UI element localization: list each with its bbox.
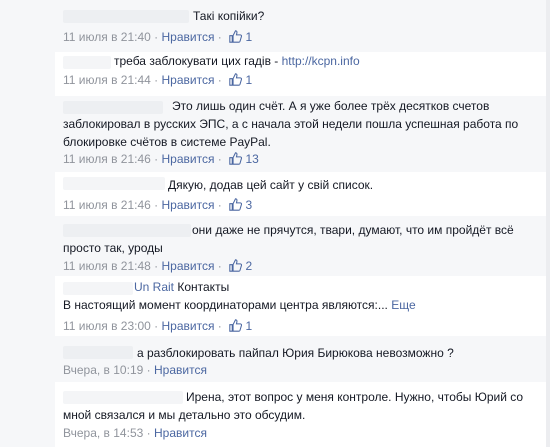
comment-timestamp[interactable]: 11 июля в 21:48 <box>63 259 151 273</box>
comment-timestamp[interactable]: 11 июля в 21:46 <box>63 198 151 212</box>
like-count[interactable]: 2 <box>245 259 252 273</box>
thumbs-up-icon[interactable] <box>229 30 243 43</box>
comment: они даже не прячутся, твари, думают, что… <box>55 216 546 276</box>
author-name-redacted <box>63 177 165 190</box>
comment-timestamp[interactable]: 11 июля в 21:40 <box>63 30 151 44</box>
author-name-redacted <box>63 10 189 23</box>
like-button[interactable]: Нравится <box>154 363 207 377</box>
comment-meta: 11 июля в 21:44 · Нравится · 1 <box>63 73 253 87</box>
comment-meta: 11 июля в 21:46 · Нравится · 3 <box>63 198 253 212</box>
comment-text: треба заблокувати цих гадів - http://kcp… <box>114 54 360 68</box>
author-name-redacted <box>63 56 111 69</box>
comment: а разблокировать пайпал Юрия Бирюкова не… <box>55 336 546 382</box>
comment: Un Rait Контакты В настоящий момент коор… <box>55 276 546 336</box>
comment: треба заблокувати цих гадів - http://kcp… <box>55 52 546 96</box>
like-button[interactable]: Нравится <box>154 426 207 440</box>
like-button[interactable]: Нравится <box>162 152 215 166</box>
comment-list: Такі копійки? 11 июля в 21:40 · Нравится… <box>55 0 546 447</box>
comment: Дякую, додав цей сайт у свій список. 11 … <box>55 172 546 216</box>
like-button[interactable]: Нравится <box>162 198 215 212</box>
comment-link[interactable]: http://kcpn.info <box>282 54 360 68</box>
like-count[interactable]: 13 <box>245 152 258 166</box>
author-suffix: Контакты <box>177 280 230 294</box>
comment-timestamp[interactable]: 11 июля в 23:00 <box>63 319 151 333</box>
comment-timestamp[interactable]: Вчера, в 10:19 <box>63 363 143 377</box>
like-count[interactable]: 3 <box>245 198 252 212</box>
see-more-link[interactable]: Еще <box>391 298 415 312</box>
author-name-redacted <box>63 346 133 359</box>
thumbs-up-icon[interactable] <box>229 198 243 211</box>
like-button[interactable]: Нравится <box>162 73 215 87</box>
like-count[interactable]: 1 <box>245 30 252 44</box>
comment-timestamp[interactable]: 11 июля в 21:46 <box>63 152 151 166</box>
comment-author-line: Un Rait Контакты <box>134 278 229 296</box>
like-count[interactable]: 1 <box>245 73 252 87</box>
left-gutter <box>0 0 55 447</box>
comment-meta: 11 июля в 23:00 · Нравится · 1 <box>63 319 253 333</box>
comment-text: В настоящий момент координаторами центра… <box>63 298 416 312</box>
thumbs-up-icon[interactable] <box>229 152 243 165</box>
like-count[interactable]: 1 <box>245 319 252 333</box>
comment-text: а разблокировать пайпал Юрия Бирюкова не… <box>137 346 454 360</box>
comment-timestamp[interactable]: 11 июля в 21:44 <box>63 73 151 87</box>
comment-meta: Вчера, в 14:53 · Нравится <box>63 426 207 440</box>
comment: Такі копійки? 11 июля в 21:40 · Нравится… <box>55 0 546 52</box>
author-name-redacted <box>63 282 133 295</box>
comment-text: Ирена, этот вопрос у меня контроле. Нужн… <box>63 390 524 422</box>
comment-meta: 11 июля в 21:46 · Нравится · 13 <box>63 152 259 166</box>
comment-timestamp[interactable]: Вчера, в 14:53 <box>63 426 143 440</box>
comment-text: Такі копійки? <box>193 9 265 23</box>
comment-text: Это лишь один счёт. А я уже более трёх д… <box>63 99 519 149</box>
author-link[interactable]: Un Rait <box>134 280 174 294</box>
comment: Ирена, этот вопрос у меня контроле. Нужн… <box>55 382 546 447</box>
comment-meta: 11 июля в 21:40 · Нравится · 1 <box>63 30 253 44</box>
thumbs-up-icon[interactable] <box>229 73 243 86</box>
comment-text: они даже не прячутся, твари, думают, что… <box>63 223 514 255</box>
scrollbar-track[interactable] <box>546 0 550 447</box>
like-button[interactable]: Нравится <box>162 30 215 44</box>
like-button[interactable]: Нравится <box>162 319 215 333</box>
thumbs-up-icon[interactable] <box>229 259 243 272</box>
comment-meta: Вчера, в 10:19 · Нравится <box>63 363 207 377</box>
comment: Это лишь один счёт. А я уже более трёх д… <box>55 96 546 172</box>
comment-text: Дякую, додав цей сайт у свій список. <box>168 178 374 192</box>
thumbs-up-icon[interactable] <box>229 319 243 332</box>
comment-meta: 11 июля в 21:48 · Нравится · 2 <box>63 259 253 273</box>
like-button[interactable]: Нравится <box>162 259 215 273</box>
